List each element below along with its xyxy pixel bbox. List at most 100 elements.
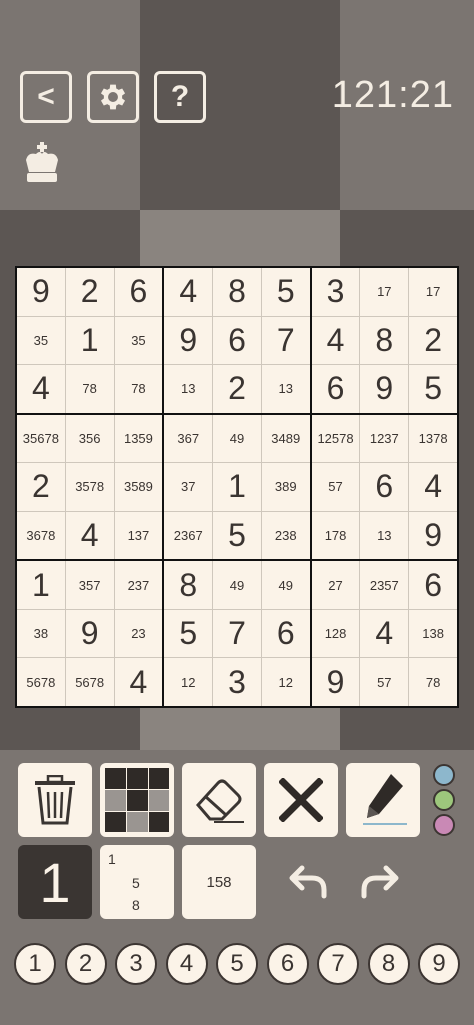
sudoku-cell[interactable]: 1359 <box>114 414 163 463</box>
sudoku-cell[interactable]: 4 <box>114 658 163 706</box>
numpad-digit-2[interactable]: 2 <box>64 943 107 985</box>
sudoku-cell[interactable]: 9 <box>164 316 213 365</box>
sudoku-cell[interactable]: 1 <box>213 463 261 511</box>
sudoku-cell[interactable]: 38 <box>17 609 65 658</box>
sudoku-cell[interactable]: 7 <box>261 316 310 365</box>
numpad-digit-1[interactable]: 1 <box>14 943 56 985</box>
sudoku-cell[interactable]: 9 <box>17 268 65 316</box>
delete-button[interactable] <box>18 763 92 837</box>
sudoku-cell[interactable]: 23 <box>114 609 163 658</box>
sudoku-cell[interactable]: 1 <box>17 561 65 609</box>
sudoku-cell[interactable]: 6 <box>409 561 457 609</box>
sudoku-cell[interactable]: 178 <box>311 511 360 560</box>
sudoku-cell[interactable]: 1237 <box>360 414 409 463</box>
sudoku-cell[interactable]: 6 <box>261 609 310 658</box>
clear-cell-button[interactable] <box>264 763 338 837</box>
sudoku-cell[interactable]: 389 <box>261 463 310 511</box>
sudoku-cell[interactable]: 35 <box>17 316 65 365</box>
sudoku-cell[interactable]: 49 <box>213 414 261 463</box>
sudoku-cell[interactable]: 57 <box>360 658 409 706</box>
sudoku-cell[interactable]: 57 <box>311 463 360 511</box>
sudoku-cell[interactable]: 3 <box>311 268 360 316</box>
sudoku-cell[interactable]: 35678 <box>17 414 65 463</box>
sudoku-cell[interactable]: 1 <box>65 316 114 365</box>
note-combo-button[interactable]: 158 <box>182 845 256 919</box>
selected-digit[interactable]: 1 <box>18 845 92 919</box>
sudoku-cell[interactable]: 2 <box>65 268 114 316</box>
eraser-button[interactable] <box>182 763 256 837</box>
sudoku-cell[interactable]: 35 <box>114 316 163 365</box>
sudoku-cell[interactable]: 17 <box>409 268 457 316</box>
sudoku-cell[interactable]: 367 <box>164 414 213 463</box>
redo-button[interactable] <box>356 858 404 906</box>
sudoku-cell[interactable]: 6 <box>114 268 163 316</box>
color-swatch-green[interactable] <box>433 789 455 811</box>
sudoku-cell[interactable]: 238 <box>261 511 310 560</box>
numpad-digit-7[interactable]: 7 <box>317 943 359 985</box>
sudoku-cell[interactable]: 4 <box>65 511 114 560</box>
color-swatch-blue[interactable] <box>433 764 455 786</box>
sudoku-cell[interactable]: 6 <box>213 316 261 365</box>
sudoku-cell[interactable]: 2 <box>213 365 261 413</box>
sudoku-cell[interactable]: 2 <box>409 316 457 365</box>
numpad-digit-5[interactable]: 5 <box>216 943 258 985</box>
sudoku-cell[interactable]: 5 <box>409 365 457 413</box>
sudoku-cell[interactable]: 3 <box>213 658 261 706</box>
sudoku-cell[interactable]: 27 <box>311 561 360 609</box>
help-button[interactable]: ? <box>154 71 206 123</box>
sudoku-cell[interactable]: 12578 <box>311 414 360 463</box>
sudoku-cell[interactable]: 4 <box>409 463 457 511</box>
sudoku-cell[interactable]: 2367 <box>164 511 213 560</box>
back-button[interactable]: < <box>20 71 72 123</box>
sudoku-cell[interactable]: 37 <box>164 463 213 511</box>
numpad-digit-8[interactable]: 8 <box>367 943 410 985</box>
sudoku-cell[interactable]: 128 <box>311 609 360 658</box>
sudoku-cell[interactable]: 6 <box>311 365 360 413</box>
sudoku-cell[interactable]: 5 <box>164 609 213 658</box>
numpad-digit-3[interactable]: 3 <box>115 943 157 985</box>
sudoku-cell[interactable]: 9 <box>65 609 114 658</box>
undo-button[interactable] <box>284 858 332 906</box>
sudoku-cell[interactable]: 5 <box>213 511 261 560</box>
sudoku-cell[interactable]: 13 <box>164 365 213 413</box>
sudoku-cell[interactable]: 13 <box>261 365 310 413</box>
sudoku-cell[interactable]: 78 <box>65 365 114 413</box>
sudoku-cell[interactable]: 4 <box>17 365 65 413</box>
sudoku-cell[interactable]: 13 <box>360 511 409 560</box>
sudoku-cell[interactable]: 9 <box>409 511 457 560</box>
numpad-digit-6[interactable]: 6 <box>266 943 309 985</box>
sudoku-cell[interactable]: 49 <box>261 561 310 609</box>
sudoku-cell[interactable]: 7 <box>213 609 261 658</box>
sudoku-cell[interactable]: 49 <box>213 561 261 609</box>
sudoku-cell[interactable]: 4 <box>164 268 213 316</box>
notes-mode-button[interactable]: 1 5 8 <box>100 845 174 919</box>
sudoku-cell[interactable]: 17 <box>360 268 409 316</box>
sudoku-cell[interactable]: 5678 <box>17 658 65 706</box>
sudoku-cell[interactable]: 8 <box>164 561 213 609</box>
sudoku-cell[interactable]: 8 <box>213 268 261 316</box>
color-swatch-pink[interactable] <box>433 814 455 836</box>
sudoku-cell[interactable]: 237 <box>114 561 163 609</box>
pen-button[interactable] <box>346 763 420 837</box>
sudoku-cell[interactable]: 1378 <box>409 414 457 463</box>
sudoku-cell[interactable]: 4 <box>360 609 409 658</box>
sudoku-cell[interactable]: 5678 <box>65 658 114 706</box>
color-grid-button[interactable] <box>100 763 174 837</box>
sudoku-cell[interactable]: 3589 <box>114 463 163 511</box>
sudoku-cell[interactable]: 3578 <box>65 463 114 511</box>
numpad-digit-9[interactable]: 9 <box>418 943 460 985</box>
sudoku-cell[interactable]: 6 <box>360 463 409 511</box>
sudoku-cell[interactable]: 9 <box>311 658 360 706</box>
sudoku-cell[interactable]: 4 <box>311 316 360 365</box>
sudoku-cell[interactable]: 78 <box>114 365 163 413</box>
sudoku-cell[interactable]: 3678 <box>17 511 65 560</box>
sudoku-cell[interactable]: 12 <box>261 658 310 706</box>
numpad-digit-4[interactable]: 4 <box>165 943 208 985</box>
sudoku-cell[interactable]: 3489 <box>261 414 310 463</box>
sudoku-cell[interactable]: 138 <box>409 609 457 658</box>
sudoku-cell[interactable]: 9 <box>360 365 409 413</box>
sudoku-cell[interactable]: 2357 <box>360 561 409 609</box>
sudoku-cell[interactable]: 2 <box>17 463 65 511</box>
sudoku-cell[interactable]: 12 <box>164 658 213 706</box>
sudoku-cell[interactable]: 356 <box>65 414 114 463</box>
